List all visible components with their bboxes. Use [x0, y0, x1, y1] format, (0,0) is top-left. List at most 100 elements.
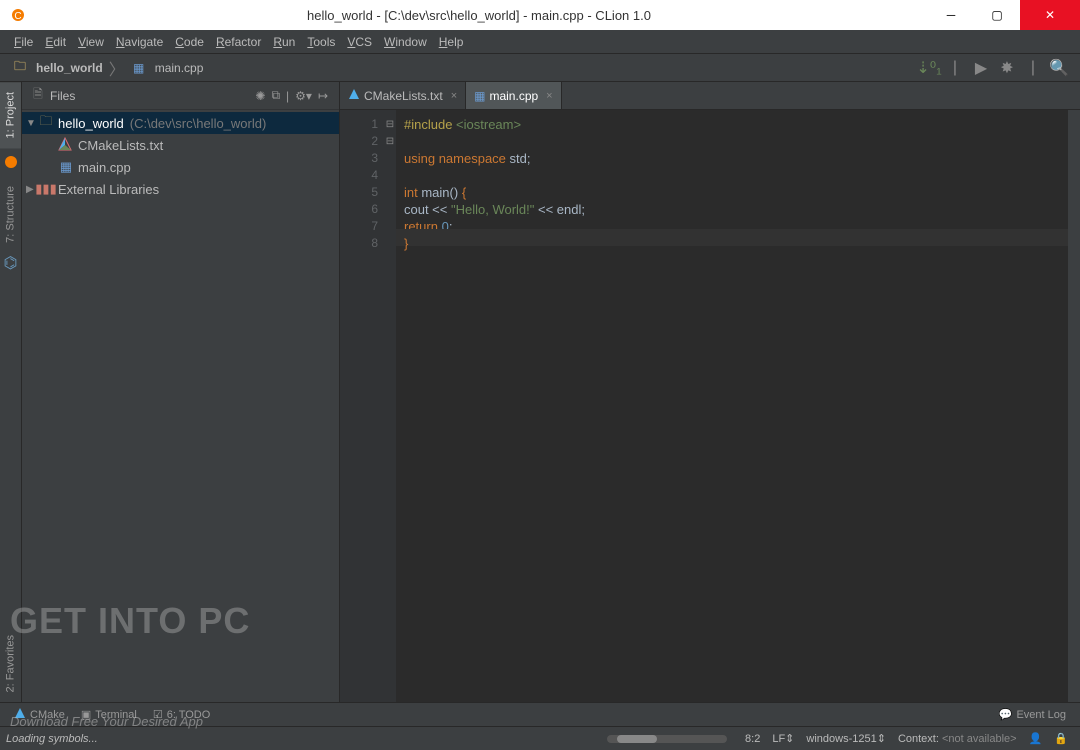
close-tab-icon[interactable]: ×	[451, 90, 457, 102]
minimize-button[interactable]: ─	[928, 0, 974, 30]
locate-icon[interactable]: ✺	[255, 89, 265, 103]
hide-icon[interactable]: ↦	[318, 89, 328, 103]
tree-root[interactable]: ▼ 🗀 hello_world (C:\dev\src\hello_world)	[22, 112, 339, 134]
tree-root-path: (C:\dev\src\hello_world)	[130, 116, 267, 131]
menu-edit[interactable]: Edit	[39, 35, 72, 49]
nav-sep2-icon: |	[1023, 58, 1043, 78]
editor-area: CMakeLists.txt×▦main.cpp× 12345678 ⊟⊟ #i…	[340, 82, 1080, 702]
tree-external-libs[interactable]: ▶ ▮▮▮ External Libraries	[22, 178, 339, 200]
code-editor[interactable]: 12345678 ⊟⊟ #include <iostream> using na…	[340, 110, 1080, 702]
run-icon[interactable]: ▶	[971, 58, 991, 78]
build-icon[interactable]: ⇣⁰₁	[919, 58, 939, 78]
project-tree: ▼ 🗀 hello_world (C:\dev\src\hello_world)…	[22, 110, 339, 202]
status-inspector-icon[interactable]: 👤	[1029, 732, 1043, 745]
bottom-tab-label: 6: TODO	[167, 709, 211, 721]
svg-text:C: C	[14, 11, 21, 22]
cmake-icon	[14, 707, 26, 722]
editor-right-gutter	[1068, 110, 1080, 702]
gutter-tab-structure-label: 7: Structure	[5, 186, 17, 243]
close-button[interactable]: ✕	[1020, 0, 1080, 30]
menu-run[interactable]: Run	[267, 35, 301, 49]
menu-vcs[interactable]: VCS	[341, 35, 378, 49]
breadcrumb-project[interactable]: 🗀 hello_world	[8, 60, 107, 76]
status-encoding[interactable]: windows-1251⇕	[806, 732, 886, 745]
left-tool-gutter: 1: Project 7: Structure ⌬ 2: Favorites	[0, 82, 22, 702]
search-icon[interactable]: 🔍	[1049, 58, 1069, 78]
cmake-icon	[348, 88, 360, 103]
status-lineend[interactable]: LF⇕	[772, 732, 794, 745]
breadcrumb-sep: 〉	[109, 56, 125, 80]
fold-gutter: ⊟⊟	[384, 110, 396, 702]
eventlog-icon: 💬	[999, 708, 1013, 721]
line-number-gutter: 12345678	[340, 110, 384, 702]
structure-icon: ⌬	[3, 255, 19, 271]
status-loading: Loading symbols...	[6, 733, 98, 745]
menu-file[interactable]: File	[8, 35, 39, 49]
menu-tools[interactable]: Tools	[301, 35, 341, 49]
cmake-icon	[58, 137, 74, 153]
tree-item-cmakelists[interactable]: CMakeLists.txt	[22, 134, 339, 156]
app-icon: C	[6, 3, 30, 27]
tree-item-label: CMakeLists.txt	[78, 138, 163, 153]
status-cursor-pos[interactable]: 8:2	[745, 733, 760, 745]
files-icon: 🗎	[30, 88, 46, 104]
tree-item-label: main.cpp	[78, 160, 131, 175]
tree-root-label: hello_world	[58, 116, 124, 131]
gutter-tab-favorites[interactable]: 2: Favorites	[0, 625, 21, 702]
nav-sep-icon: |	[945, 58, 965, 78]
bottom-tab-terminal[interactable]: ▣ Terminal	[73, 708, 145, 721]
expand-arrow-icon[interactable]: ▼	[26, 118, 38, 129]
status-lock-icon[interactable]: 🔒	[1054, 732, 1068, 745]
gutter-tab-favorites-label: 2: Favorites	[5, 635, 17, 692]
bottom-tab-label: Event Log	[1016, 709, 1066, 721]
menu-code[interactable]: Code	[169, 35, 210, 49]
collapse-icon[interactable]: ⧉	[271, 88, 280, 103]
project-panel-title: Files	[50, 89, 75, 103]
breadcrumb-project-label: hello_world	[36, 61, 103, 75]
editor-tabs: CMakeLists.txt×▦main.cpp×	[340, 82, 1080, 110]
debug-icon[interactable]: ✸	[997, 58, 1017, 78]
project-panel-header: 🗎 Files ✺ ⧉ | ⚙▾ ↦	[22, 82, 339, 110]
status-context[interactable]: Context: <not available>	[898, 733, 1017, 745]
editor-tab-main-cpp[interactable]: ▦main.cpp×	[466, 82, 561, 109]
menu-navigate[interactable]: Navigate	[110, 35, 169, 49]
menu-help[interactable]: Help	[433, 35, 470, 49]
menu-view[interactable]: View	[72, 35, 110, 49]
bottom-tab-label: CMake	[30, 709, 65, 721]
window-title: hello_world - [C:\dev\src\hello_world] -…	[30, 8, 928, 23]
folder-icon: 🗀	[38, 115, 54, 131]
cpp-icon: ▦	[131, 60, 147, 76]
terminal-icon: ▣	[81, 708, 91, 721]
bottom-tab-eventlog[interactable]: 💬 Event Log	[991, 708, 1074, 721]
maximize-button[interactable]: ▢	[974, 0, 1020, 30]
menubar: FileEditViewNavigateCodeRefactorRunTools…	[0, 30, 1080, 54]
bottom-tool-tabs: CMake ▣ Terminal ☑ 6: TODO 💬 Event Log	[0, 702, 1080, 726]
gutter-tab-structure[interactable]: 7: Structure	[0, 176, 21, 253]
breadcrumb-file[interactable]: ▦ main.cpp	[127, 60, 208, 76]
bottom-tab-cmake[interactable]: CMake	[6, 707, 73, 722]
folder-icon: 🗀	[12, 60, 28, 76]
library-icon: ▮▮▮	[38, 181, 54, 197]
code-lines[interactable]: #include <iostream> using namespace std;…	[396, 110, 1068, 702]
close-tab-icon[interactable]: ×	[546, 90, 552, 102]
menu-window[interactable]: Window	[378, 35, 433, 49]
bottom-tab-todo[interactable]: ☑ 6: TODO	[145, 708, 218, 721]
editor-tab-CMakeLists-txt[interactable]: CMakeLists.txt×	[340, 82, 466, 109]
clion-logo-icon	[3, 154, 19, 170]
gutter-tab-project[interactable]: 1: Project	[0, 82, 21, 148]
cpp-icon: ▦	[474, 89, 485, 103]
nav-breadcrumbs: 🗀 hello_world 〉 ▦ main.cpp ⇣⁰₁ | ▶ ✸ | 🔍	[0, 54, 1080, 82]
breadcrumb-file-label: main.cpp	[155, 61, 204, 75]
project-panel: 🗎 Files ✺ ⧉ | ⚙▾ ↦ ▼ 🗀 hello_world (C:\d…	[22, 82, 340, 702]
bottom-tab-label: Terminal	[95, 709, 137, 721]
menu-refactor[interactable]: Refactor	[210, 35, 267, 49]
tree-item-maincpp[interactable]: ▦ main.cpp	[22, 156, 339, 178]
todo-icon: ☑	[153, 708, 163, 721]
gutter-tab-project-label: 1: Project	[5, 92, 17, 138]
titlebar: C hello_world - [C:\dev\src\hello_world]…	[0, 0, 1080, 30]
tree-external-label: External Libraries	[58, 182, 159, 197]
gear-icon[interactable]: ⚙▾	[295, 89, 312, 103]
window-controls: ─ ▢ ✕	[928, 0, 1080, 30]
statusbar: Loading symbols... 8:2 LF⇕ windows-1251⇕…	[0, 726, 1080, 750]
sep-icon: |	[286, 89, 289, 103]
